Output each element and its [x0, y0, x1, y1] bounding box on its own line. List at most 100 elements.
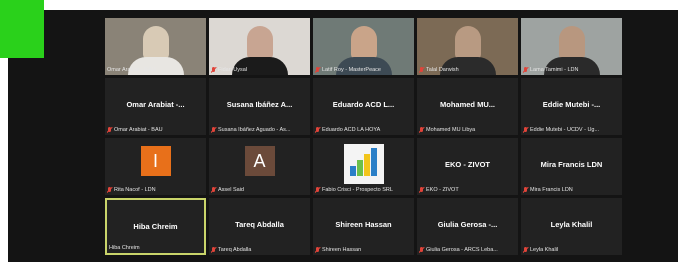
- logo-icon: [343, 144, 384, 184]
- participant-name-text: Fidan Uysal: [218, 67, 248, 73]
- participant-name-text: Latif Roy - MasterPeace: [322, 67, 381, 73]
- participant-tile[interactable]: Hiba Chreim Hiba Chreim: [105, 198, 206, 255]
- participant-tile[interactable]: Tareq Abdalla Tareq Abdalla: [209, 198, 310, 255]
- participant-name-label: Latif Roy - MasterPeace: [315, 67, 412, 73]
- participant-name-label: Mohamed MU Libya: [419, 127, 516, 133]
- participant-tile[interactable]: Mira Francis LDN Mira Francis LDN: [521, 138, 622, 195]
- participant-name-text: Eduardo ACD LA HOYA: [322, 127, 381, 133]
- participant-tile[interactable]: Talal Darwish: [417, 18, 518, 75]
- participant-gallery: Omar Arabiat - BAU Fidan Uysal Latif Roy -…: [105, 18, 622, 255]
- participant-tile[interactable]: Mohamed MU... Mohamed MU Libya: [417, 78, 518, 135]
- participant-video-head: [558, 26, 585, 60]
- mic-muted-icon: [315, 187, 320, 193]
- mic-muted-icon: [211, 187, 216, 193]
- participant-display-name: Mira Francis LDN: [540, 160, 603, 169]
- participant-video-head: [454, 26, 481, 60]
- participant-name-text: Rita Nacof - LDN: [114, 187, 156, 193]
- participant-display-name: EKO - ZIVOT: [445, 160, 490, 169]
- participant-name-text: Leyla Khalil: [530, 247, 559, 253]
- mic-muted-icon: [315, 247, 320, 253]
- participant-name-label: Fabio Crisci - Prospecto SRL: [315, 187, 412, 193]
- participant-name-text: Assel Said: [218, 187, 244, 193]
- participant-name-label: Hiba Chreim: [109, 245, 202, 251]
- participant-tile[interactable]: Lama Tamimi - LDN: [521, 18, 622, 75]
- mic-muted-icon: [211, 127, 216, 133]
- participant-name-label: Omar Arabiat - BAU: [107, 127, 204, 133]
- mic-muted-icon: [419, 127, 424, 133]
- participant-display-name: Giulia Gerosa -...: [437, 220, 498, 229]
- participant-video-head: [350, 26, 377, 60]
- participant-tile[interactable]: A Assel Said: [209, 138, 310, 195]
- participant-video-head: [142, 26, 169, 60]
- participant-name-label: Eddie Mutebi - UCDV - Ug...: [523, 127, 620, 133]
- participant-name-text: Mohamed MU Libya: [426, 127, 476, 133]
- participant-name-label: Leyla Khalil: [523, 247, 620, 253]
- participant-name-label: Susana Ibáñez Aguado - As...: [211, 127, 308, 133]
- avatar: A: [244, 146, 275, 176]
- participant-name-label: EKO - ZIVOT: [419, 187, 516, 193]
- participant-display-name: Leyla Khalil: [550, 220, 593, 229]
- participant-display-name: Susana Ibáñez A...: [226, 100, 293, 109]
- mic-muted-icon: [211, 247, 216, 253]
- participant-tile[interactable]: Omar Arabiat -... Omar Arabiat - BAU: [105, 78, 206, 135]
- participant-name-text: Giulia Gerosa - ARCS Leba...: [426, 247, 498, 253]
- participant-video-head: [246, 26, 273, 60]
- participant-display-name: Mohamed MU...: [439, 100, 495, 109]
- participant-display-name: Hiba Chreim: [133, 222, 178, 231]
- mic-muted-icon: [107, 187, 112, 193]
- mic-muted-icon: [523, 127, 528, 133]
- participant-tile[interactable]: Leyla Khalil Leyla Khalil: [521, 198, 622, 255]
- participant-tile[interactable]: I Rita Nacof - LDN: [105, 138, 206, 195]
- participant-tile[interactable]: Omar Arabiat - BAU: [105, 18, 206, 75]
- participant-name-text: Tareq Abdalla: [218, 247, 252, 253]
- participant-name-label: Eduardo ACD LA HOYA: [315, 127, 412, 133]
- participant-name-text: Susana Ibáñez Aguado - As...: [218, 127, 291, 133]
- participant-name-label: Giulia Gerosa - ARCS Leba...: [419, 247, 516, 253]
- participant-name-text: Mira Francis LDN: [530, 187, 573, 193]
- participant-tile[interactable]: Eddie Mutebi -... Eddie Mutebi - UCDV - U…: [521, 78, 622, 135]
- participant-display-name: Omar Arabiat -...: [126, 100, 185, 109]
- participant-name-text: Lama Tamimi - LDN: [530, 67, 579, 73]
- participant-display-name: Eduardo ACD L...: [332, 100, 395, 109]
- participant-display-name: Eddie Mutebi -...: [542, 100, 601, 109]
- participant-tile[interactable]: Shireen Hassan Shireen Hassan: [313, 198, 414, 255]
- participant-name-text: Talal Darwish: [426, 67, 459, 73]
- mic-muted-icon: [315, 127, 320, 133]
- participant-tile[interactable]: Fidan Uysal: [209, 18, 310, 75]
- mic-muted-icon: [419, 247, 424, 253]
- participant-name-label: Mira Francis LDN: [523, 187, 620, 193]
- logo-bar: [370, 148, 377, 176]
- participant-display-name: Shireen Hassan: [335, 220, 392, 229]
- participant-tile[interactable]: Eduardo ACD L... Eduardo ACD LA HOYA: [313, 78, 414, 135]
- mic-muted-icon: [315, 67, 320, 73]
- participant-name-text: Shireen Hassan: [322, 247, 362, 253]
- mic-muted-icon: [523, 187, 528, 193]
- participant-name-label: Omar Arabiat - BAU: [107, 67, 204, 73]
- participant-name-label: Talal Darwish: [419, 67, 516, 73]
- participant-name-label: Tareq Abdalla: [211, 247, 308, 253]
- participant-name-label: Fidan Uysal: [211, 67, 308, 73]
- mic-muted-icon: [419, 67, 424, 73]
- participant-name-label: Shireen Hassan: [315, 247, 412, 253]
- participant-tile[interactable]: EKO - ZIVOT EKO - ZIVOT: [417, 138, 518, 195]
- participant-name-label: Assel Said: [211, 187, 308, 193]
- mic-muted-icon: [211, 67, 216, 73]
- participant-tile[interactable]: Fabio Crisci - Prospecto SRL: [313, 138, 414, 195]
- mic-muted-icon: [419, 187, 424, 193]
- mic-muted-icon: [523, 67, 528, 73]
- participant-name-label: Lama Tamimi - LDN: [523, 67, 620, 73]
- green-badge: [0, 0, 44, 58]
- participant-name-text: Fabio Crisci - Prospecto SRL: [322, 187, 393, 193]
- top-strip: [0, 0, 678, 10]
- mic-muted-icon: [523, 247, 528, 253]
- logo-bar: [363, 154, 370, 176]
- participant-name-text: Hiba Chreim: [109, 245, 140, 251]
- participant-tile[interactable]: Giulia Gerosa -... Giulia Gerosa - ARCS L…: [417, 198, 518, 255]
- participant-name-text: Eddie Mutebi - UCDV - Ug...: [530, 127, 600, 133]
- participant-name-text: Omar Arabiat - BAU: [114, 127, 163, 133]
- participant-name-label: Rita Nacof - LDN: [107, 187, 204, 193]
- avatar: I: [140, 146, 171, 176]
- participant-tile[interactable]: Latif Roy - MasterPeace: [313, 18, 414, 75]
- logo-bar: [349, 166, 356, 176]
- participant-tile[interactable]: Susana Ibáñez A... Susana Ibáñez Aguado -…: [209, 78, 310, 135]
